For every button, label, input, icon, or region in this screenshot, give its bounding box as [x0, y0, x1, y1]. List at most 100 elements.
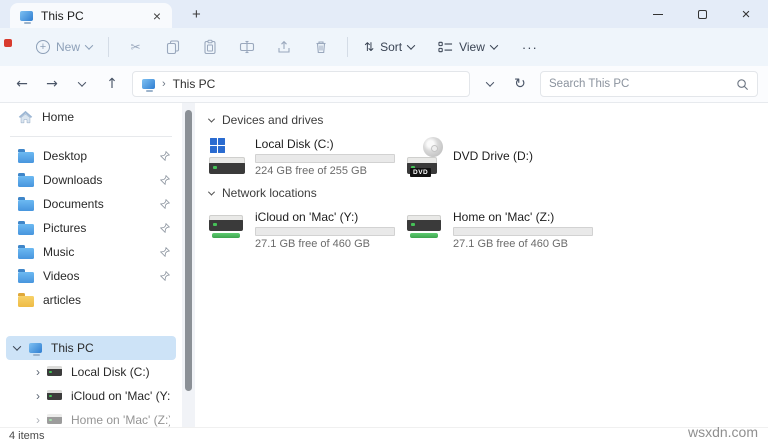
items-view: Devices and drives Local Disk (C:) 224 G… — [195, 103, 768, 427]
maximize-button[interactable] — [680, 0, 724, 28]
sidebar-item-downloads[interactable]: Downloads — [6, 168, 176, 192]
pin-icon — [160, 151, 170, 161]
share-button[interactable] — [265, 33, 302, 61]
forward-button[interactable]: → — [38, 71, 66, 97]
minimize-button[interactable] — [636, 0, 680, 28]
address-dropdown-button[interactable] — [476, 71, 504, 97]
this-pc-icon — [142, 79, 155, 92]
breadcrumb[interactable]: › This PC — [132, 71, 470, 97]
refresh-icon: ↻ — [514, 76, 526, 92]
close-button[interactable]: × — [724, 0, 768, 28]
sidebar-item-home-mac-z[interactable]: › Home on 'Mac' (Z:) — [6, 408, 176, 427]
refresh-button[interactable]: ↻ — [506, 71, 534, 97]
drive-name: iCloud on 'Mac' (Y:) — [255, 210, 359, 224]
devices-grid: Local Disk (C:) 224 GB free of 255 GB DV… — [209, 137, 768, 177]
sidebar-item-label: Videos — [43, 269, 80, 283]
close-icon: × — [741, 5, 751, 23]
chevron-down-icon — [77, 78, 87, 87]
new-label: New — [56, 40, 81, 54]
more-options-button[interactable]: ··· — [515, 34, 545, 61]
new-tab-button[interactable]: + — [186, 5, 207, 24]
sidebar-item-label: Pictures — [43, 221, 87, 235]
search-input[interactable] — [549, 78, 736, 90]
sidebar-item-videos[interactable]: Videos — [6, 264, 176, 288]
chevron-down-icon — [207, 115, 216, 123]
sidebar-item-documents[interactable]: Documents — [6, 192, 176, 216]
sidebar-item-this-pc[interactable]: This PC — [6, 336, 176, 360]
section-title: Network locations — [222, 186, 317, 200]
drive-tile-local-disk-c[interactable]: Local Disk (C:) 224 GB free of 255 GB — [209, 137, 407, 177]
sidebar-item-icloud-mac-y[interactable]: › iCloud on 'Mac' (Y:) — [6, 384, 176, 408]
expand-icon[interactable]: › — [36, 365, 40, 379]
sidebar-item-home[interactable]: Home — [6, 105, 176, 129]
items-count: 4 items — [9, 429, 45, 442]
up-button[interactable]: ↑ — [98, 71, 126, 97]
rename-button[interactable] — [228, 33, 265, 61]
minimize-icon — [653, 13, 663, 15]
share-icon — [277, 40, 290, 53]
search-icon — [737, 78, 749, 90]
hard-drive-windows-icon — [209, 137, 247, 177]
sidebar-item-local-disk-c[interactable]: › Local Disk (C:) — [6, 360, 176, 384]
expand-icon[interactable]: › — [36, 389, 40, 403]
expand-icon[interactable]: › — [36, 413, 40, 427]
tab-title: This PC — [41, 8, 84, 23]
folder-icon — [18, 269, 34, 283]
sidebar-item-desktop[interactable]: Desktop — [6, 144, 176, 168]
folder-icon — [18, 245, 34, 259]
tab-close-icon[interactable]: × — [150, 9, 164, 23]
sort-label: Sort — [380, 40, 403, 54]
pin-icon — [160, 247, 170, 257]
back-button[interactable]: ← — [8, 71, 36, 97]
capacity-text: 27.1 GB free of 460 GB — [255, 238, 370, 250]
capacity-text: 27.1 GB free of 460 GB — [453, 238, 568, 250]
drive-tile-home-mac-z[interactable]: Home on 'Mac' (Z:) 27.1 GB free of 460 G… — [407, 210, 605, 250]
chevron-down-icon — [406, 41, 416, 50]
cut-button[interactable]: ✂ — [117, 34, 154, 60]
breadcrumb-item-this-pc[interactable]: This PC — [173, 77, 216, 91]
new-button[interactable]: + New — [28, 34, 100, 60]
watermark-text: wsxdn.com — [687, 424, 758, 440]
sort-button[interactable]: ⇅ Sort — [356, 34, 422, 60]
chevron-down-icon — [489, 41, 499, 50]
tab-this-pc[interactable]: This PC × — [10, 3, 172, 28]
recent-locations-button[interactable] — [68, 71, 96, 97]
search-box — [540, 71, 758, 97]
scrollbar-thumb[interactable] — [185, 110, 192, 391]
sort-icon: ⇅ — [364, 40, 375, 54]
capacity-text: 224 GB free of 255 GB — [255, 165, 367, 177]
file-explorer-window: This PC × + × + New ✂ ⇅ Sort View ··· ← … — [0, 0, 768, 443]
pin-icon — [160, 199, 170, 209]
forward-icon: → — [46, 76, 58, 92]
this-pc-icon — [20, 10, 33, 24]
address-bar: ← → ↑ › This PC ↻ — [0, 66, 768, 103]
sidebar-item-label: Local Disk (C:) — [71, 365, 150, 379]
copy-button[interactable] — [154, 33, 191, 61]
folder-icon — [18, 221, 34, 235]
rename-icon — [239, 40, 254, 54]
this-pc-icon — [29, 343, 42, 356]
folder-icon — [18, 149, 34, 163]
more-icon: ··· — [521, 39, 538, 55]
section-header-devices[interactable]: Devices and drives — [207, 113, 768, 127]
sidebar-scrollbar[interactable] — [182, 103, 195, 427]
sidebar-item-articles[interactable]: articles — [6, 288, 176, 312]
command-toolbar: + New ✂ ⇅ Sort View ··· — [0, 28, 768, 66]
view-button[interactable]: View — [430, 34, 505, 60]
pin-icon — [160, 175, 170, 185]
collapse-icon[interactable] — [12, 342, 22, 351]
hard-drive-icon — [47, 365, 62, 376]
sidebar-item-music[interactable]: Music — [6, 240, 176, 264]
breadcrumb-separator-icon: › — [162, 78, 166, 90]
section-header-network[interactable]: Network locations — [207, 186, 768, 200]
sidebar-item-label: articles — [43, 293, 82, 307]
chevron-down-icon — [485, 78, 495, 87]
drive-name: Home on 'Mac' (Z:) — [453, 210, 555, 224]
drive-tile-icloud-mac-y[interactable]: iCloud on 'Mac' (Y:) 27.1 GB free of 460… — [209, 210, 407, 250]
drive-tile-dvd-d[interactable]: DVD DVD Drive (D:) — [407, 137, 605, 177]
delete-button[interactable] — [302, 33, 339, 61]
new-plus-icon: + — [36, 40, 50, 54]
sidebar-item-pictures[interactable]: Pictures — [6, 216, 176, 240]
paste-button[interactable] — [191, 33, 228, 61]
